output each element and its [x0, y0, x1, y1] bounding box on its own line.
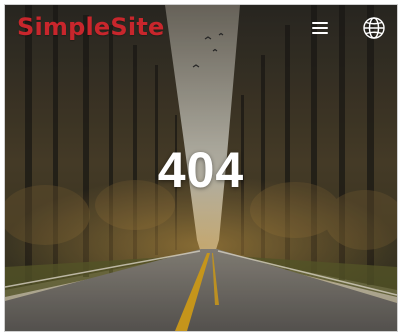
menu-button[interactable] — [309, 17, 331, 39]
site-header: SimpleSite — [5, 5, 397, 51]
site-logo[interactable]: SimpleSite — [17, 15, 164, 39]
hamburger-menu-icon-bar-top — [312, 22, 328, 24]
error-code-heading: 404 — [157, 142, 245, 198]
language-button[interactable] — [360, 14, 388, 42]
hamburger-menu-icon-bar-middle — [312, 27, 328, 29]
globe-icon — [363, 17, 385, 39]
page-viewport: SimpleSite 404 — [4, 4, 398, 332]
hamburger-menu-icon-bar-bottom — [312, 32, 328, 34]
